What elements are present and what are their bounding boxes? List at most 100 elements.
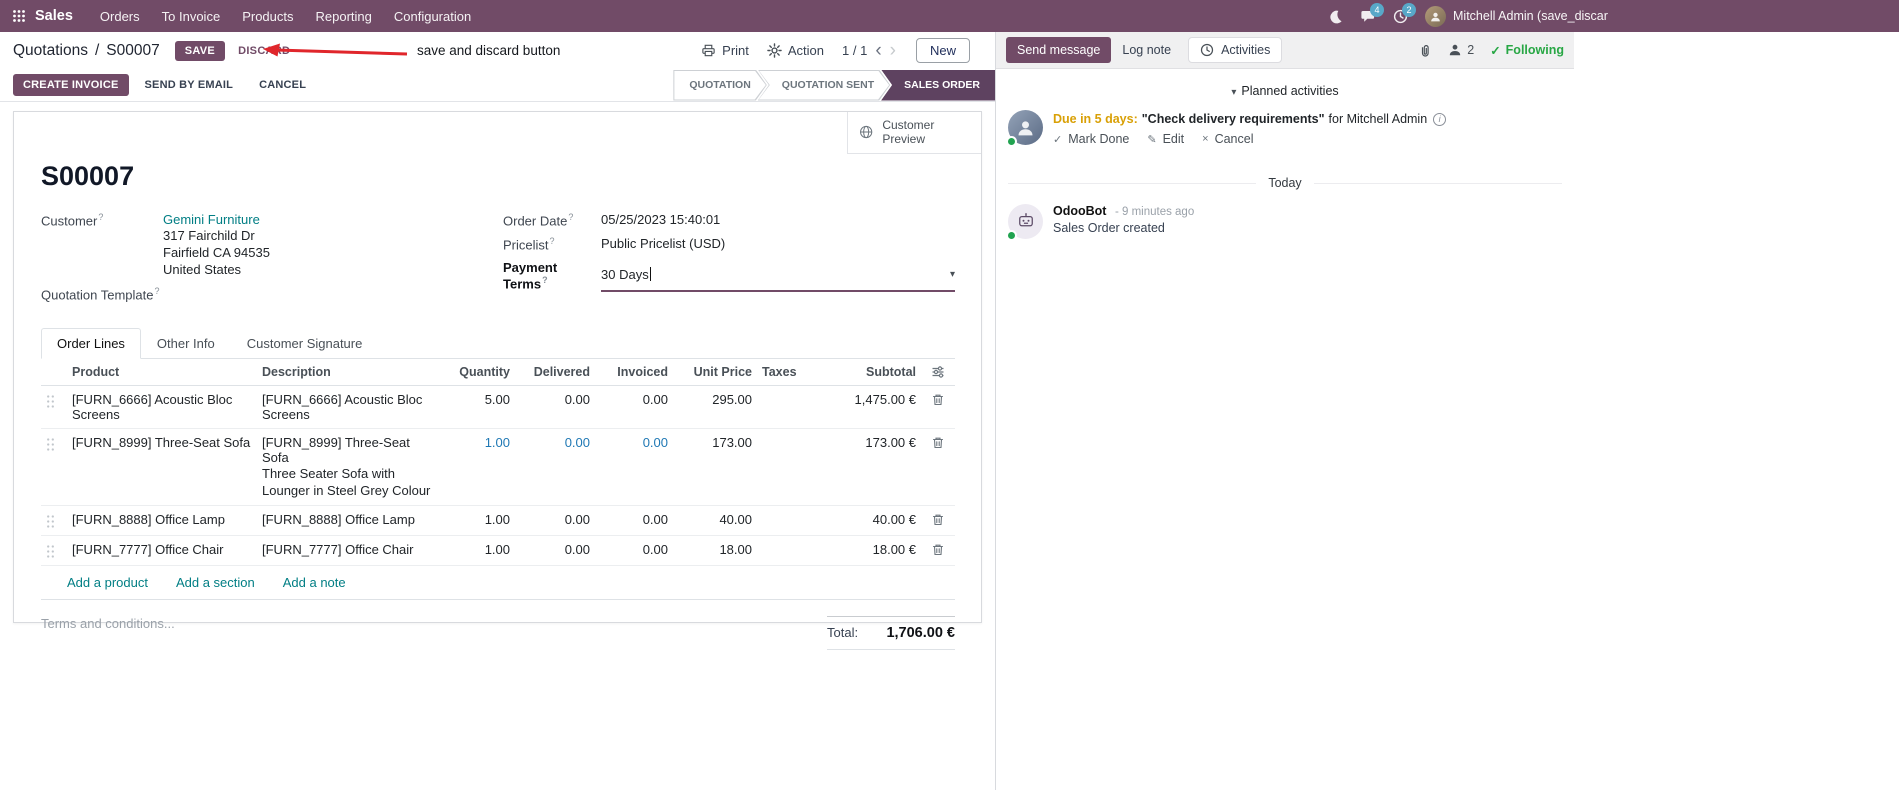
drag-handle-icon[interactable] xyxy=(41,535,67,567)
dark-mode-moon-icon[interactable] xyxy=(1328,9,1343,24)
cell-unit-price[interactable]: 40.00 xyxy=(673,505,757,537)
nav-menu-to-invoice[interactable]: To Invoice xyxy=(153,5,230,28)
order-date-field: Order Date? 05/25/2023 15:40:01 xyxy=(503,212,955,228)
col-product[interactable]: Product xyxy=(67,359,257,387)
cell-description[interactable]: [FURN_7777] Office Chair xyxy=(257,535,443,567)
cell-taxes[interactable] xyxy=(757,385,823,430)
edit-activity-button[interactable]: ✎ Edit xyxy=(1147,132,1184,146)
cell-description[interactable]: [FURN_8888] Office Lamp xyxy=(257,505,443,537)
cell-taxes[interactable] xyxy=(757,535,823,567)
new-button[interactable]: New xyxy=(915,38,970,63)
order-date-value[interactable]: 05/25/2023 15:40:01 xyxy=(601,212,955,228)
nav-menu-products[interactable]: Products xyxy=(233,5,302,28)
col-invoiced[interactable]: Invoiced xyxy=(595,359,673,387)
cell-invoiced[interactable]: 0.00 xyxy=(595,428,673,507)
mark-done-button[interactable]: ✓ Mark Done xyxy=(1053,132,1129,146)
following-button[interactable]: ✓ Following xyxy=(1490,43,1564,58)
cell-taxes[interactable] xyxy=(757,505,823,537)
cell-description[interactable]: [FURN_6666] Acoustic Bloc Screens xyxy=(257,385,443,430)
state-quotation[interactable]: QUOTATION xyxy=(673,70,766,101)
cell-invoiced[interactable]: 0.00 xyxy=(595,505,673,537)
pager-next-icon[interactable]: › xyxy=(890,41,896,60)
drag-handle-icon[interactable] xyxy=(41,505,67,537)
cell-delivered[interactable]: 0.00 xyxy=(515,385,595,430)
tab-order-lines[interactable]: Order Lines xyxy=(41,328,141,360)
attachments-paperclip-icon[interactable] xyxy=(1418,43,1432,58)
col-unit-price[interactable]: Unit Price xyxy=(673,359,757,387)
cell-unit-price[interactable]: 18.00 xyxy=(673,535,757,567)
nav-menu-orders[interactable]: Orders xyxy=(91,5,149,28)
payment-terms-input[interactable]: 30 Days ▾ xyxy=(601,260,955,292)
cell-product[interactable]: [FURN_6666] Acoustic Bloc Screens xyxy=(67,385,257,430)
quotation-template-field[interactable]: Quotation Template? xyxy=(41,286,503,302)
messages-icon[interactable]: 4 xyxy=(1360,2,1384,24)
cell-quantity[interactable]: 1.00 xyxy=(443,505,515,537)
action-button[interactable]: Action xyxy=(767,43,824,58)
cell-delivered[interactable]: 0.00 xyxy=(515,535,595,567)
user-menu[interactable]: Mitchell Admin (save_discar xyxy=(1425,5,1887,27)
col-description[interactable]: Description xyxy=(257,359,443,387)
cell-invoiced[interactable]: 0.00 xyxy=(595,535,673,567)
pager-value[interactable]: 1 / 1 xyxy=(842,43,867,58)
drag-handle-icon[interactable] xyxy=(41,385,67,430)
annotation-text: save and discard button xyxy=(417,43,561,58)
state-sales-order[interactable]: SALES ORDER xyxy=(881,69,995,101)
delete-row-icon[interactable] xyxy=(921,385,955,430)
cell-quantity[interactable]: 1.00 xyxy=(443,535,515,567)
pager-previous-icon[interactable]: ‹ xyxy=(875,41,881,60)
notebook-tabs: Order Lines Other Info Customer Signatur… xyxy=(41,328,955,360)
nav-menu-configuration[interactable]: Configuration xyxy=(385,5,480,28)
col-taxes[interactable]: Taxes xyxy=(757,359,823,387)
customer-preview-button[interactable]: Customer Preview xyxy=(847,112,981,154)
cell-unit-price[interactable]: 173.00 xyxy=(673,428,757,507)
activities-clock-icon[interactable]: 2 xyxy=(1393,2,1416,24)
terms-and-conditions-input[interactable]: Terms and conditions... xyxy=(41,616,175,650)
cell-product[interactable]: [FURN_8999] Three-Seat Sofa xyxy=(67,428,257,507)
save-button[interactable]: SAVE xyxy=(174,40,226,61)
send-message-button[interactable]: Send message xyxy=(1006,37,1112,63)
customer-link[interactable]: Gemini Furniture xyxy=(163,212,503,227)
cell-product[interactable]: [FURN_7777] Office Chair xyxy=(67,535,257,567)
breadcrumb-quotations[interactable]: Quotations xyxy=(13,42,88,60)
info-icon[interactable]: i xyxy=(1433,113,1447,127)
cell-description[interactable]: [FURN_8999] Three-Seat Sofa Three Seater … xyxy=(257,428,443,507)
col-delivered[interactable]: Delivered xyxy=(515,359,595,387)
cell-product[interactable]: [FURN_8888] Office Lamp xyxy=(67,505,257,537)
cancel-button[interactable]: CANCEL xyxy=(249,74,316,96)
dropdown-caret-icon[interactable]: ▾ xyxy=(950,269,955,280)
cell-quantity[interactable]: 5.00 xyxy=(443,385,515,430)
cell-delivered[interactable]: 0.00 xyxy=(515,428,595,507)
apps-menu-icon[interactable] xyxy=(12,9,26,23)
cell-unit-price[interactable]: 295.00 xyxy=(673,385,757,430)
delete-row-icon[interactable] xyxy=(921,535,955,567)
cell-invoiced[interactable]: 0.00 xyxy=(595,385,673,430)
presence-badge xyxy=(1006,230,1017,242)
nav-menu-reporting[interactable]: Reporting xyxy=(307,5,381,28)
cell-delivered[interactable]: 0.00 xyxy=(515,505,595,537)
delete-row-icon[interactable] xyxy=(921,428,955,507)
send-by-email-button[interactable]: SEND BY EMAIL xyxy=(135,74,244,96)
tab-other-info[interactable]: Other Info xyxy=(141,328,231,359)
create-invoice-button[interactable]: CREATE INVOICE xyxy=(13,74,129,96)
col-subtotal[interactable]: Subtotal xyxy=(823,359,921,387)
log-note-button[interactable]: Log note xyxy=(1111,37,1182,63)
activities-tab[interactable]: Activities xyxy=(1188,37,1283,63)
print-button[interactable]: Print xyxy=(701,43,749,58)
add-note-link[interactable]: Add a note xyxy=(283,575,346,590)
optional-columns-icon[interactable] xyxy=(921,359,955,387)
discard-button[interactable]: DISCARD xyxy=(238,45,290,57)
state-quotation-sent[interactable]: QUOTATION SENT xyxy=(758,70,890,101)
pricelist-value[interactable]: Public Pricelist (USD) xyxy=(601,236,955,252)
add-product-link[interactable]: Add a product xyxy=(67,575,148,590)
delete-row-icon[interactable] xyxy=(921,505,955,537)
col-quantity[interactable]: Quantity xyxy=(443,359,515,387)
planned-activities-header[interactable]: ▾ Planned activities xyxy=(996,69,1574,108)
cell-taxes[interactable] xyxy=(757,428,823,507)
followers-button[interactable]: 2 xyxy=(1448,43,1474,57)
cell-quantity[interactable]: 1.00 xyxy=(443,428,515,507)
add-section-link[interactable]: Add a section xyxy=(176,575,255,590)
cancel-activity-button[interactable]: × Cancel xyxy=(1202,132,1253,146)
app-name[interactable]: Sales xyxy=(35,8,73,24)
tab-customer-signature[interactable]: Customer Signature xyxy=(231,328,379,359)
drag-handle-icon[interactable] xyxy=(41,428,67,507)
